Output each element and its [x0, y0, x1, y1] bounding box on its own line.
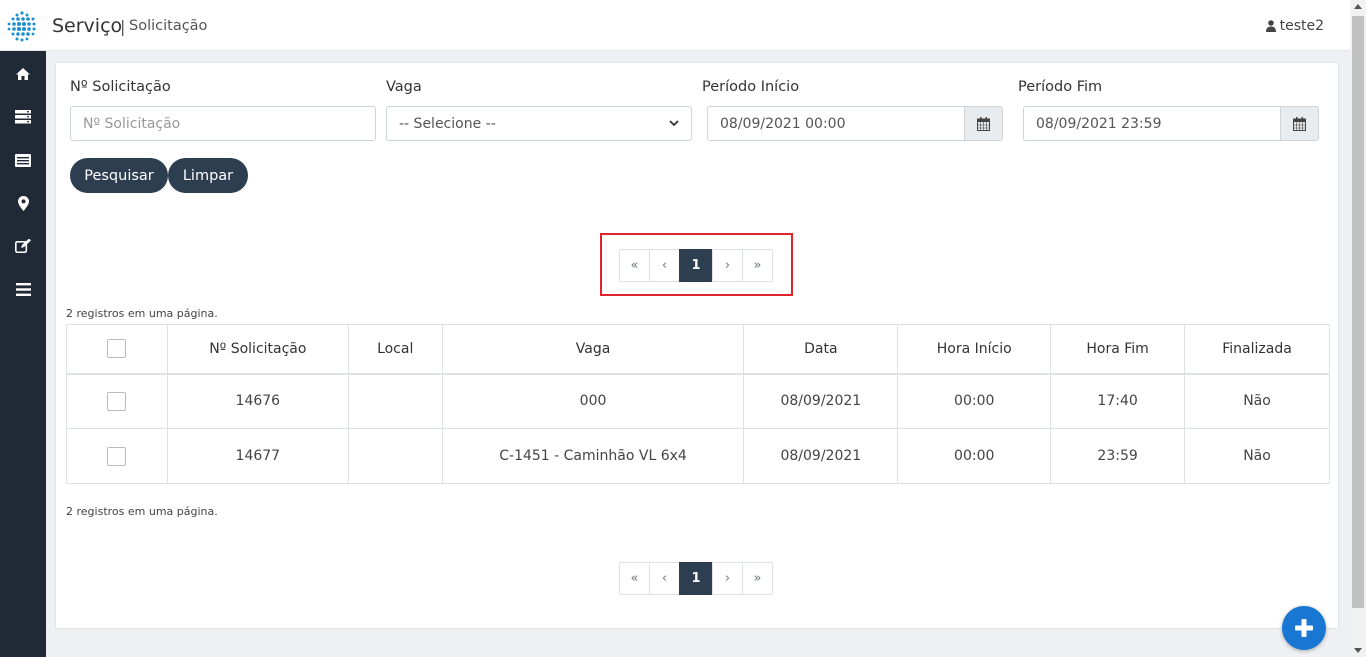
- page-scrollbar[interactable]: [1350, 0, 1366, 657]
- clear-button[interactable]: Limpar: [168, 158, 248, 193]
- records-info-top: 2 registros em uma página.: [66, 307, 218, 320]
- scroll-up-arrow[interactable]: [1354, 4, 1362, 9]
- list-icon[interactable]: [12, 149, 34, 171]
- search-button[interactable]: Pesquisar: [70, 158, 168, 193]
- local-cell: [347, 373, 443, 429]
- edit-icon[interactable]: [12, 235, 34, 257]
- row-select-cell: [66, 373, 168, 429]
- prev-page-button[interactable]: ‹: [649, 562, 680, 595]
- column-header[interactable]: Data: [743, 324, 899, 375]
- calendar-icon: [1293, 116, 1306, 131]
- row-select-cell: [66, 428, 168, 484]
- hora-inicio-cell: 00:00: [897, 428, 1052, 484]
- chevron-down-icon: [669, 120, 679, 127]
- user-menu[interactable]: teste2: [1265, 18, 1324, 34]
- first-page-button[interactable]: «: [619, 562, 650, 595]
- periodo-inicio-input[interactable]: 08/09/2021 00:00: [707, 106, 965, 141]
- local-cell: [347, 428, 443, 484]
- scroll-thumb[interactable]: [1352, 16, 1364, 608]
- column-header[interactable]: Finalizada: [1184, 324, 1330, 375]
- finalizada-cell: Não: [1184, 373, 1330, 429]
- home-icon[interactable]: [12, 63, 34, 85]
- column-header[interactable]: Hora Início: [897, 324, 1052, 375]
- solicitacao-input[interactable]: Nº Solicitação: [70, 106, 376, 141]
- server-icon[interactable]: [12, 106, 34, 128]
- column-header[interactable]: Local: [347, 324, 443, 375]
- hora-inicio-cell: 00:00: [897, 373, 1052, 429]
- finalizada-cell: Não: [1184, 428, 1330, 484]
- results-table: Nº Solicitação Local Vaga Data Hora Iníc…: [66, 324, 1330, 484]
- vaga-label: Vaga: [386, 79, 422, 95]
- current-page-button[interactable]: 1: [679, 562, 713, 595]
- user-name: teste2: [1279, 18, 1324, 34]
- table-row[interactable]: 14676 000 08/09/2021 00:00 17:40 Não: [66, 373, 1330, 429]
- search-panel: Nº Solicitação Nº Solicitação Vaga -- Se…: [55, 62, 1339, 629]
- plus-icon: [1295, 619, 1313, 637]
- hora-fim-cell: 23:59: [1050, 428, 1186, 484]
- pagination-bottom: « ‹ 1 › »: [619, 562, 773, 595]
- select-all-cell: [66, 324, 168, 375]
- last-page-button[interactable]: »: [742, 562, 773, 595]
- periodo-fim-calendar-button[interactable]: [1280, 106, 1319, 141]
- vaga-selected-value: -- Selecione --: [399, 115, 496, 132]
- periodo-fim-input[interactable]: 08/09/2021 23:59: [1023, 106, 1281, 141]
- row-checkbox[interactable]: [107, 446, 127, 466]
- table-header-row: Nº Solicitação Local Vaga Data Hora Iníc…: [66, 324, 1330, 375]
- app-title: Serviço: [52, 15, 123, 37]
- data-cell: 08/09/2021: [743, 428, 899, 484]
- page-subtitle: Solicitação: [129, 18, 208, 34]
- add-solicitacao-button[interactable]: [1282, 606, 1326, 650]
- user-icon: [1265, 20, 1276, 32]
- next-page-button[interactable]: ›: [712, 562, 743, 595]
- hora-fim-cell: 17:40: [1050, 373, 1186, 429]
- data-cell: 08/09/2021: [743, 373, 899, 429]
- map-marker-icon[interactable]: [12, 192, 34, 214]
- vaga-select[interactable]: -- Selecione --: [386, 106, 692, 141]
- numero-cell: 14677: [166, 428, 349, 484]
- vaga-cell: 000: [441, 373, 745, 429]
- periodo-inicio-label: Período Início: [702, 79, 800, 95]
- column-header[interactable]: Hora Fim: [1050, 324, 1186, 375]
- column-header[interactable]: Vaga: [441, 324, 745, 375]
- sidebar: [0, 51, 46, 657]
- table-row[interactable]: 14677 C-1451 - Caminhão VL 6x4 08/09/202…: [66, 428, 1330, 484]
- periodo-fim-label: Período Fim: [1018, 79, 1103, 95]
- periodo-inicio-calendar-button[interactable]: [964, 106, 1003, 141]
- title-separator: |: [120, 17, 126, 36]
- pagination-highlight-box: [600, 233, 793, 296]
- vaga-cell: C-1451 - Caminhão VL 6x4: [441, 428, 745, 484]
- solicitacao-label: Nº Solicitação: [70, 79, 171, 95]
- logo-icon[interactable]: [5, 10, 39, 44]
- menu-icon[interactable]: [12, 278, 34, 300]
- top-navbar: Serviço | Solicitação teste2: [0, 0, 1350, 51]
- numero-cell: 14676: [166, 373, 349, 429]
- calendar-icon: [977, 116, 990, 131]
- column-header[interactable]: Nº Solicitação: [166, 324, 349, 375]
- records-info-bottom: 2 registros em uma página.: [66, 505, 218, 518]
- select-all-checkbox[interactable]: [107, 339, 127, 359]
- row-checkbox[interactable]: [107, 391, 127, 411]
- scroll-down-arrow[interactable]: [1354, 648, 1362, 653]
